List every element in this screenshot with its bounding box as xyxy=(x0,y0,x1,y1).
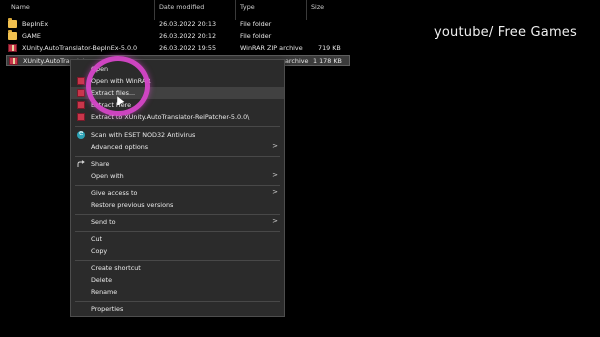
menu-item-share[interactable]: Share xyxy=(71,158,284,170)
column-header-date[interactable]: Date modified xyxy=(159,3,204,15)
menu-item-label: Share xyxy=(91,160,110,168)
menu-item-label: Delete xyxy=(91,276,112,284)
file-size: 719 KB xyxy=(318,44,341,52)
menu-item-label: Give access to xyxy=(91,189,138,197)
menu-item-open-with[interactable]: Open with > xyxy=(71,170,284,182)
menu-item-label: Create shortcut xyxy=(91,264,141,272)
menu-item-label: Restore previous versions xyxy=(91,201,174,209)
menu-separator xyxy=(75,231,280,232)
chevron-right-icon: > xyxy=(272,171,278,179)
menu-item-properties[interactable]: Properties xyxy=(71,303,284,315)
column-header-name[interactable]: Name xyxy=(11,3,30,15)
file-name: GAME xyxy=(22,32,41,40)
menu-separator xyxy=(75,214,280,215)
chevron-right-icon: > xyxy=(272,142,278,150)
file-size: 1 178 KB xyxy=(313,57,342,65)
file-date: 26.03.2022 20:12 xyxy=(159,32,217,40)
menu-separator xyxy=(75,185,280,186)
folder-icon xyxy=(8,18,17,28)
menu-item-label: Send to xyxy=(91,218,116,226)
file-type: archive xyxy=(285,57,309,65)
column-divider[interactable] xyxy=(235,0,236,20)
menu-separator xyxy=(75,301,280,302)
menu-item-advanced-options[interactable]: Advanced options > xyxy=(71,141,284,153)
menu-separator xyxy=(75,260,280,261)
file-row[interactable]: GAME 26.03.2022 20:12 File folder xyxy=(6,30,350,42)
menu-item-give-access[interactable]: Give access to > xyxy=(71,187,284,199)
winrar-icon xyxy=(77,113,85,121)
column-divider[interactable] xyxy=(154,0,155,20)
menu-item-label: Cut xyxy=(91,235,103,243)
winrar-archive-icon xyxy=(8,44,17,52)
file-row[interactable]: BepInEx 26.03.2022 20:13 File folder xyxy=(6,18,350,30)
winrar-archive-icon xyxy=(9,57,18,65)
column-header-size[interactable]: Size xyxy=(311,3,324,15)
file-type: WinRAR ZIP archive xyxy=(240,44,303,52)
menu-item-copy[interactable]: Copy xyxy=(71,245,284,257)
column-header-type[interactable]: Type xyxy=(240,3,255,15)
menu-item-scan-eset[interactable]: Scan with ESET NOD32 Antivirus xyxy=(71,129,284,141)
watermark-text: youtube/ Free Games xyxy=(434,25,577,40)
menu-item-send-to[interactable]: Send to > xyxy=(71,216,284,228)
share-icon xyxy=(77,160,85,167)
winrar-icon xyxy=(77,101,85,109)
menu-separator xyxy=(75,156,280,157)
chevron-right-icon: > xyxy=(272,188,278,196)
menu-item-delete[interactable]: Delete xyxy=(71,274,284,286)
menu-item-label: Advanced options xyxy=(91,143,149,151)
menu-item-label: Copy xyxy=(91,247,108,255)
menu-item-create-shortcut[interactable]: Create shortcut xyxy=(71,262,284,274)
folder-icon xyxy=(8,30,17,40)
menu-item-cut[interactable]: Cut xyxy=(71,233,284,245)
menu-item-restore-previous-versions[interactable]: Restore previous versions xyxy=(71,199,284,211)
menu-item-label: Rename xyxy=(91,288,118,296)
winrar-icon xyxy=(77,77,85,85)
file-date: 26.03.2022 19:55 xyxy=(159,44,217,52)
column-divider[interactable] xyxy=(306,0,307,20)
file-type: File folder xyxy=(240,32,272,40)
chevron-right-icon: > xyxy=(272,217,278,225)
file-type: File folder xyxy=(240,20,272,28)
file-row[interactable]: XUnity.AutoTranslator-BepInEx-5.0.0 26.0… xyxy=(6,43,350,54)
highlight-circle xyxy=(86,56,150,116)
file-name: BepInEx xyxy=(22,20,49,28)
file-date: 26.03.2022 20:13 xyxy=(159,20,217,28)
file-name: XUnity.AutoTranslator-BepInEx-5.0.0 xyxy=(22,44,138,52)
menu-item-label: Properties xyxy=(91,305,124,313)
menu-item-rename[interactable]: Rename xyxy=(71,286,284,298)
menu-item-label: Scan with ESET NOD32 Antivirus xyxy=(91,131,196,139)
winrar-icon xyxy=(77,89,85,97)
menu-item-label: Open with xyxy=(91,172,124,180)
menu-separator xyxy=(75,126,280,127)
eset-icon xyxy=(77,129,85,139)
